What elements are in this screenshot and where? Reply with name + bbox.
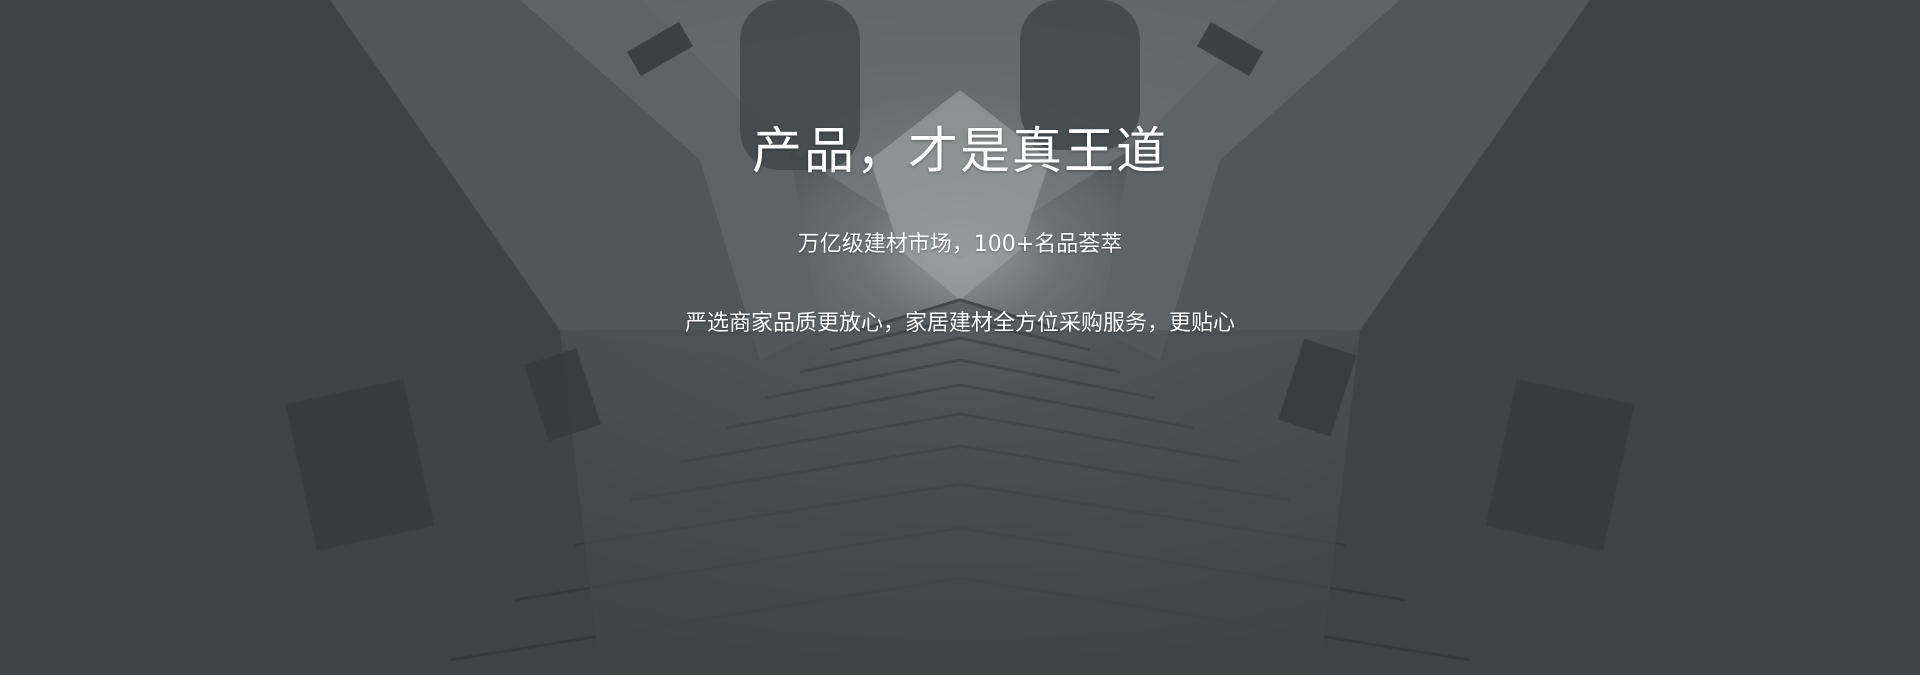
hero-banner: 产品，才是真王道 万亿级建材市场，100+名品荟萃 严选商家品质更放心，家居建材… bbox=[0, 0, 1920, 675]
hero-subtitle: 万亿级建材市场，100+名品荟萃 bbox=[797, 232, 1123, 257]
hero-content: 产品，才是真王道 万亿级建材市场，100+名品荟萃 严选商家品质更放心，家居建材… bbox=[0, 0, 1920, 675]
hero-title: 产品，才是真王道 bbox=[752, 122, 1168, 180]
hero-tagline: 严选商家品质更放心，家居建材全方位采购服务，更贴心 bbox=[684, 311, 1235, 336]
